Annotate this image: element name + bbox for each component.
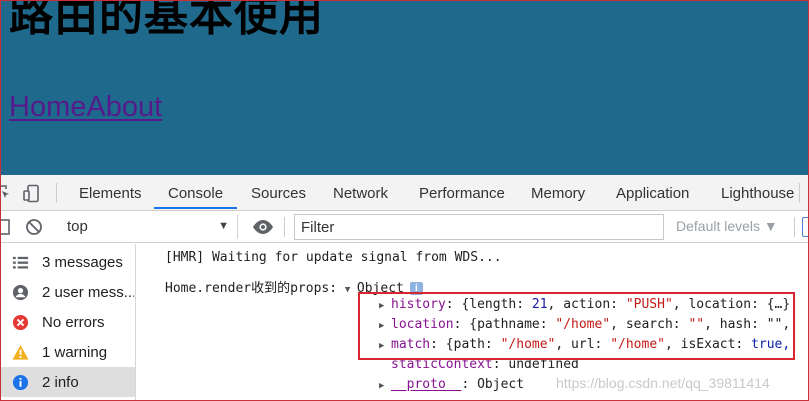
sidebar-item-label: 3 messages: [42, 254, 123, 271]
clear-console-icon[interactable]: [25, 218, 43, 236]
filter-input[interactable]: [295, 215, 663, 239]
list-icon: [12, 256, 29, 269]
sidebar-item-errors[interactable]: No errors: [1, 307, 135, 337]
sidebar-item-user-messages[interactable]: 2 user mess...: [1, 277, 135, 307]
tab-console[interactable]: Console: [168, 185, 223, 202]
tab-network[interactable]: Network: [333, 185, 388, 202]
toolbar-divider: [284, 217, 285, 237]
expanded-triangle-icon[interactable]: ▼: [345, 285, 357, 295]
console-toolbar: top ▼ Default levels ▼: [0, 211, 808, 243]
sidebar-item-messages[interactable]: 3 messages: [1, 247, 135, 277]
log-levels-dropdown[interactable]: Default levels ▼: [676, 218, 778, 234]
user-icon: [12, 284, 29, 301]
tab-divider: [799, 183, 800, 203]
tab-lighthouse[interactable]: Lighthouse: [721, 185, 794, 202]
page-viewport: 路由的基本使用 HomeAbout: [1, 1, 808, 175]
context-selector[interactable]: top ▼: [58, 215, 238, 239]
home-link[interactable]: Home: [9, 91, 86, 123]
error-icon: [12, 314, 29, 331]
sidebar-item-info[interactable]: 2 info: [1, 367, 135, 397]
warning-icon: [12, 344, 29, 360]
active-tab-indicator: [154, 207, 237, 209]
tab-divider: [56, 183, 57, 203]
log-line-hmr: [HMR] Waiting for update signal from WDS…: [165, 250, 502, 265]
device-toolbar-icon[interactable]: [22, 184, 42, 204]
prop-row-proto[interactable]: ▶ __proto__: Object: [379, 377, 524, 392]
issues-badge[interactable]: [802, 217, 808, 237]
sidebar-item-label: 2 info: [42, 374, 79, 391]
log-prefix: Home.render收到的props:: [165, 281, 338, 296]
collapsed-triangle-icon[interactable]: ▶: [379, 381, 391, 391]
sidebar-item-warnings[interactable]: 1 warning: [1, 337, 135, 367]
tab-sources[interactable]: Sources: [251, 185, 306, 202]
devtools-tab-bar: Elements Console Sources Network Perform…: [0, 175, 808, 211]
highlight-annotation-box: [358, 292, 795, 360]
tab-performance[interactable]: Performance: [419, 185, 505, 202]
browser-frame: 路由的基本使用 HomeAbout Elements Console Sourc…: [0, 0, 809, 401]
page-title: 路由的基本使用: [9, 1, 324, 41]
nav-links: HomeAbout: [9, 91, 162, 124]
about-link[interactable]: About: [86, 91, 162, 123]
live-expression-eye-icon[interactable]: [252, 219, 274, 235]
sidebar-item-label: No errors: [42, 314, 105, 331]
context-value: top: [67, 218, 88, 235]
dropdown-triangle-icon: ▼: [218, 220, 229, 232]
filter-field[interactable]: [294, 214, 664, 240]
tab-application[interactable]: Application: [616, 185, 689, 202]
info-icon: [12, 374, 29, 391]
console-sidebar: 3 messages 2 user mess... No errors 1 wa…: [1, 244, 136, 400]
sidebar-item-label: 1 warning: [42, 344, 108, 361]
tab-elements[interactable]: Elements: [79, 185, 142, 202]
watermark: https://blog.csdn.net/qq_39811414: [556, 375, 770, 391]
tab-memory[interactable]: Memory: [531, 185, 585, 202]
sidebar-item-label: 2 user mess...: [42, 284, 134, 301]
inspect-element-icon[interactable]: [0, 184, 11, 202]
sidebar-toggle-icon[interactable]: [0, 218, 10, 236]
toolbar-divider: [794, 217, 795, 237]
